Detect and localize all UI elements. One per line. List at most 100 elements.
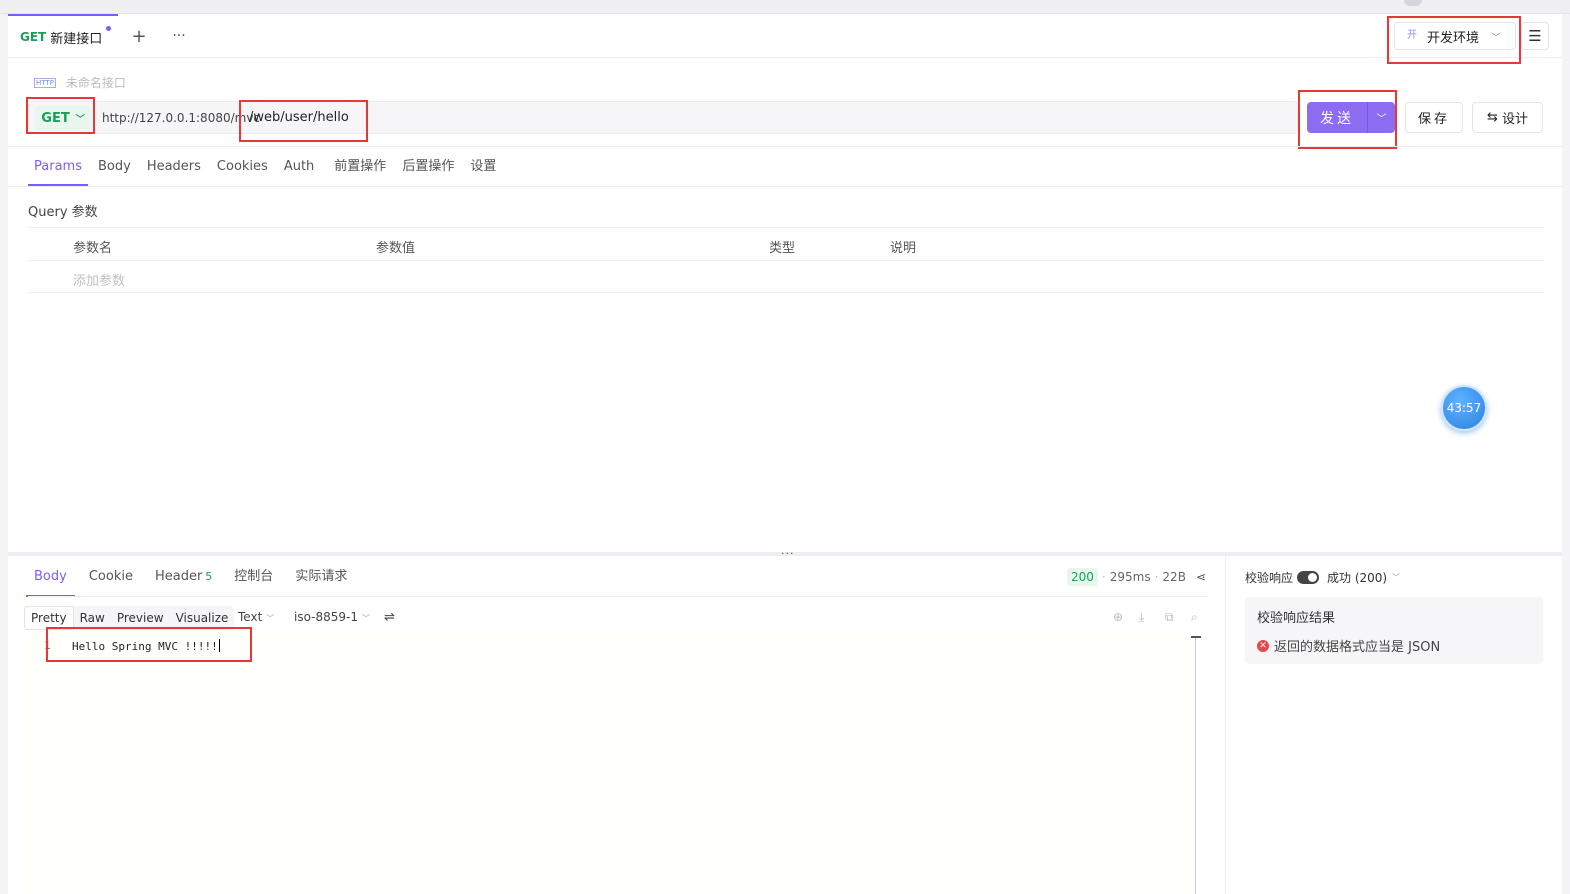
res-tab-cookie[interactable]: Cookie — [81, 565, 141, 597]
res-tab-console[interactable]: 控制台 — [226, 565, 281, 597]
query-params-label: Query 参数 — [28, 205, 98, 220]
divider — [1225, 556, 1226, 894]
res-tab-label: Cookie — [88, 569, 133, 584]
method-select[interactable]: GET ﹀ — [35, 106, 91, 130]
scrollbar[interactable] — [1191, 636, 1201, 894]
add-tab-icon[interactable]: + — [128, 24, 150, 48]
add-param-input[interactable]: 添加参数 — [73, 270, 125, 289]
design-button[interactable]: ⇆ 设计 — [1472, 102, 1543, 133]
tab-settings[interactable]: 设置 — [462, 154, 504, 186]
avatar — [1404, 0, 1422, 6]
divider — [8, 146, 1562, 147]
res-tab-label: Body — [34, 569, 67, 584]
tab-params[interactable]: Params — [26, 154, 90, 186]
tab-new-api[interactable]: GET 新建接口 — [8, 14, 118, 58]
divider — [8, 186, 1562, 187]
environment-name: 开发环境 — [1427, 30, 1480, 46]
res-tab-label: 控制台 — [234, 569, 274, 584]
status-badge: 200 — [1067, 568, 1098, 586]
view-visualize[interactable]: Visualize — [170, 606, 235, 630]
validation-error-text: 返回的数据格式应当是 JSON — [1274, 640, 1441, 655]
response-body-text[interactable]: Hello Spring MVC !!!!! — [72, 639, 220, 653]
timer-badge[interactable]: 43:57 — [1441, 385, 1487, 431]
tab-method: GET — [20, 30, 47, 44]
response-body-editor[interactable]: 1 Hello Spring MVC !!!!! — [28, 632, 1195, 894]
tab-cookies[interactable]: Cookies — [209, 154, 276, 186]
header-type: 类型 — [769, 241, 796, 256]
panel-splitter[interactable]: ··· — [8, 547, 1562, 560]
view-tabs: Pretty Raw Preview Visualize — [24, 606, 235, 630]
divider — [28, 596, 1208, 597]
search-icon[interactable]: ⌕ — [1191, 610, 1198, 625]
header-count-badge: 5 — [205, 570, 213, 583]
download-icon[interactable]: ⤓ — [1139, 610, 1144, 625]
tab-body[interactable]: Body — [90, 154, 139, 186]
tab-bar: GET 新建接口 + ··· 开 开发环境 ﹀ ☰ — [8, 14, 1562, 58]
chevron-down-icon: ﹀ — [75, 114, 85, 125]
view-raw[interactable]: Raw — [74, 606, 111, 630]
validation-toggle[interactable] — [1297, 571, 1320, 584]
url-path-input[interactable]: /web/user/hello — [249, 110, 349, 125]
table-header-row: 参数名 参数值 类型 说明 — [28, 227, 1544, 260]
view-pretty[interactable]: Pretty — [24, 606, 74, 630]
header-description: 说明 — [890, 241, 917, 256]
request-tabs: Params Body Headers Cookies Auth 前置操作 后置… — [26, 154, 504, 186]
response-time: 295ms — [1109, 570, 1151, 584]
chevron-down-icon: ﹀ — [361, 614, 370, 623]
upload-icon[interactable]: ⊕ — [1113, 610, 1123, 624]
api-name[interactable]: HTTP 未命名接口 — [34, 74, 126, 91]
validation-result: 校验响应结果 ✕ 返回的数据格式应当是 JSON — [1245, 597, 1543, 664]
send-button[interactable]: 发送 ﹀ — [1307, 102, 1395, 133]
text-caret — [218, 639, 220, 652]
line-number: 1 — [44, 639, 51, 652]
format-select[interactable]: Text ﹀ — [238, 610, 274, 624]
tab-auth[interactable]: Auth — [276, 154, 322, 186]
save-button[interactable]: 保存 — [1405, 102, 1463, 133]
wrap-icon[interactable]: ⇌ — [384, 610, 395, 625]
more-icon[interactable]: ··· — [168, 24, 190, 48]
tab-pre-ops[interactable]: 前置操作 — [326, 154, 394, 186]
res-tab-header[interactable]: Header 5 — [147, 565, 220, 597]
copy-icon[interactable]: ⧉ — [1165, 610, 1174, 625]
api-client: GET 新建接口 + ··· 开 开发环境 ﹀ ☰ HTTP 未命名接口 GET… — [8, 14, 1562, 894]
base-url: http://127.0.0.1:8080/mvc — [102, 111, 261, 125]
tab-headers[interactable]: Headers — [139, 154, 209, 186]
validation-error: ✕ 返回的数据格式应当是 JSON — [1257, 636, 1440, 655]
tab-post-ops[interactable]: 后置操作 — [394, 154, 462, 186]
encoding-select[interactable]: iso-8859-1 ﹀ — [294, 610, 370, 624]
chevron-down-icon[interactable]: ﹀ — [1368, 110, 1395, 125]
table-row[interactable]: 添加参数 — [28, 260, 1544, 293]
validation-option[interactable]: 成功 (200) — [1327, 569, 1387, 586]
validation-label: 校验响应 — [1245, 571, 1294, 585]
view-preview[interactable]: Preview — [111, 606, 170, 630]
drag-handle-icon[interactable]: ··· — [781, 547, 795, 560]
api-name-text: 未命名接口 — [65, 76, 126, 90]
res-tab-body[interactable]: Body — [26, 565, 75, 597]
res-tab-actual-request[interactable]: 实际请求 — [287, 565, 355, 597]
res-tab-label: 实际请求 — [295, 569, 348, 584]
environment-select[interactable]: 开 开发环境 ﹀ — [1394, 22, 1516, 50]
error-icon: ✕ — [1257, 639, 1269, 652]
response-size: 22B — [1162, 570, 1186, 584]
send-label: 发送 — [1320, 110, 1354, 127]
menu-icon[interactable]: ☰ — [1521, 22, 1549, 50]
http-icon: HTTP — [34, 77, 56, 88]
params-table: 参数名 参数值 类型 说明 添加参数 — [28, 227, 1544, 293]
chevron-down-icon[interactable]: ﹀ — [1392, 572, 1400, 583]
response-body-content: Hello Spring MVC !!!!! — [72, 640, 218, 653]
separator-dot: · — [1154, 570, 1159, 584]
share-icon[interactable]: ⋖ — [1196, 570, 1206, 584]
header-param-value: 参数值 — [376, 241, 416, 256]
design-label: 设计 — [1501, 112, 1528, 127]
url-bar[interactable]: GET ﹀ http://127.0.0.1:8080/mvc /web/use… — [28, 101, 1298, 134]
res-tab-label: Header — [154, 569, 203, 584]
validation-header: 校验响应 成功 (200) ﹀ — [1245, 569, 1400, 586]
header-param-name: 参数名 — [73, 241, 113, 256]
separator-dot: · — [1101, 570, 1106, 584]
window-top-strip — [0, 0, 1570, 14]
swap-icon: ⇆ — [1487, 110, 1498, 125]
scrollbar-thumb[interactable] — [1191, 636, 1201, 638]
chevron-down-icon: ﹀ — [1491, 32, 1502, 44]
method-label: GET — [41, 110, 70, 126]
validation-result-title: 校验响应结果 — [1257, 611, 1336, 626]
